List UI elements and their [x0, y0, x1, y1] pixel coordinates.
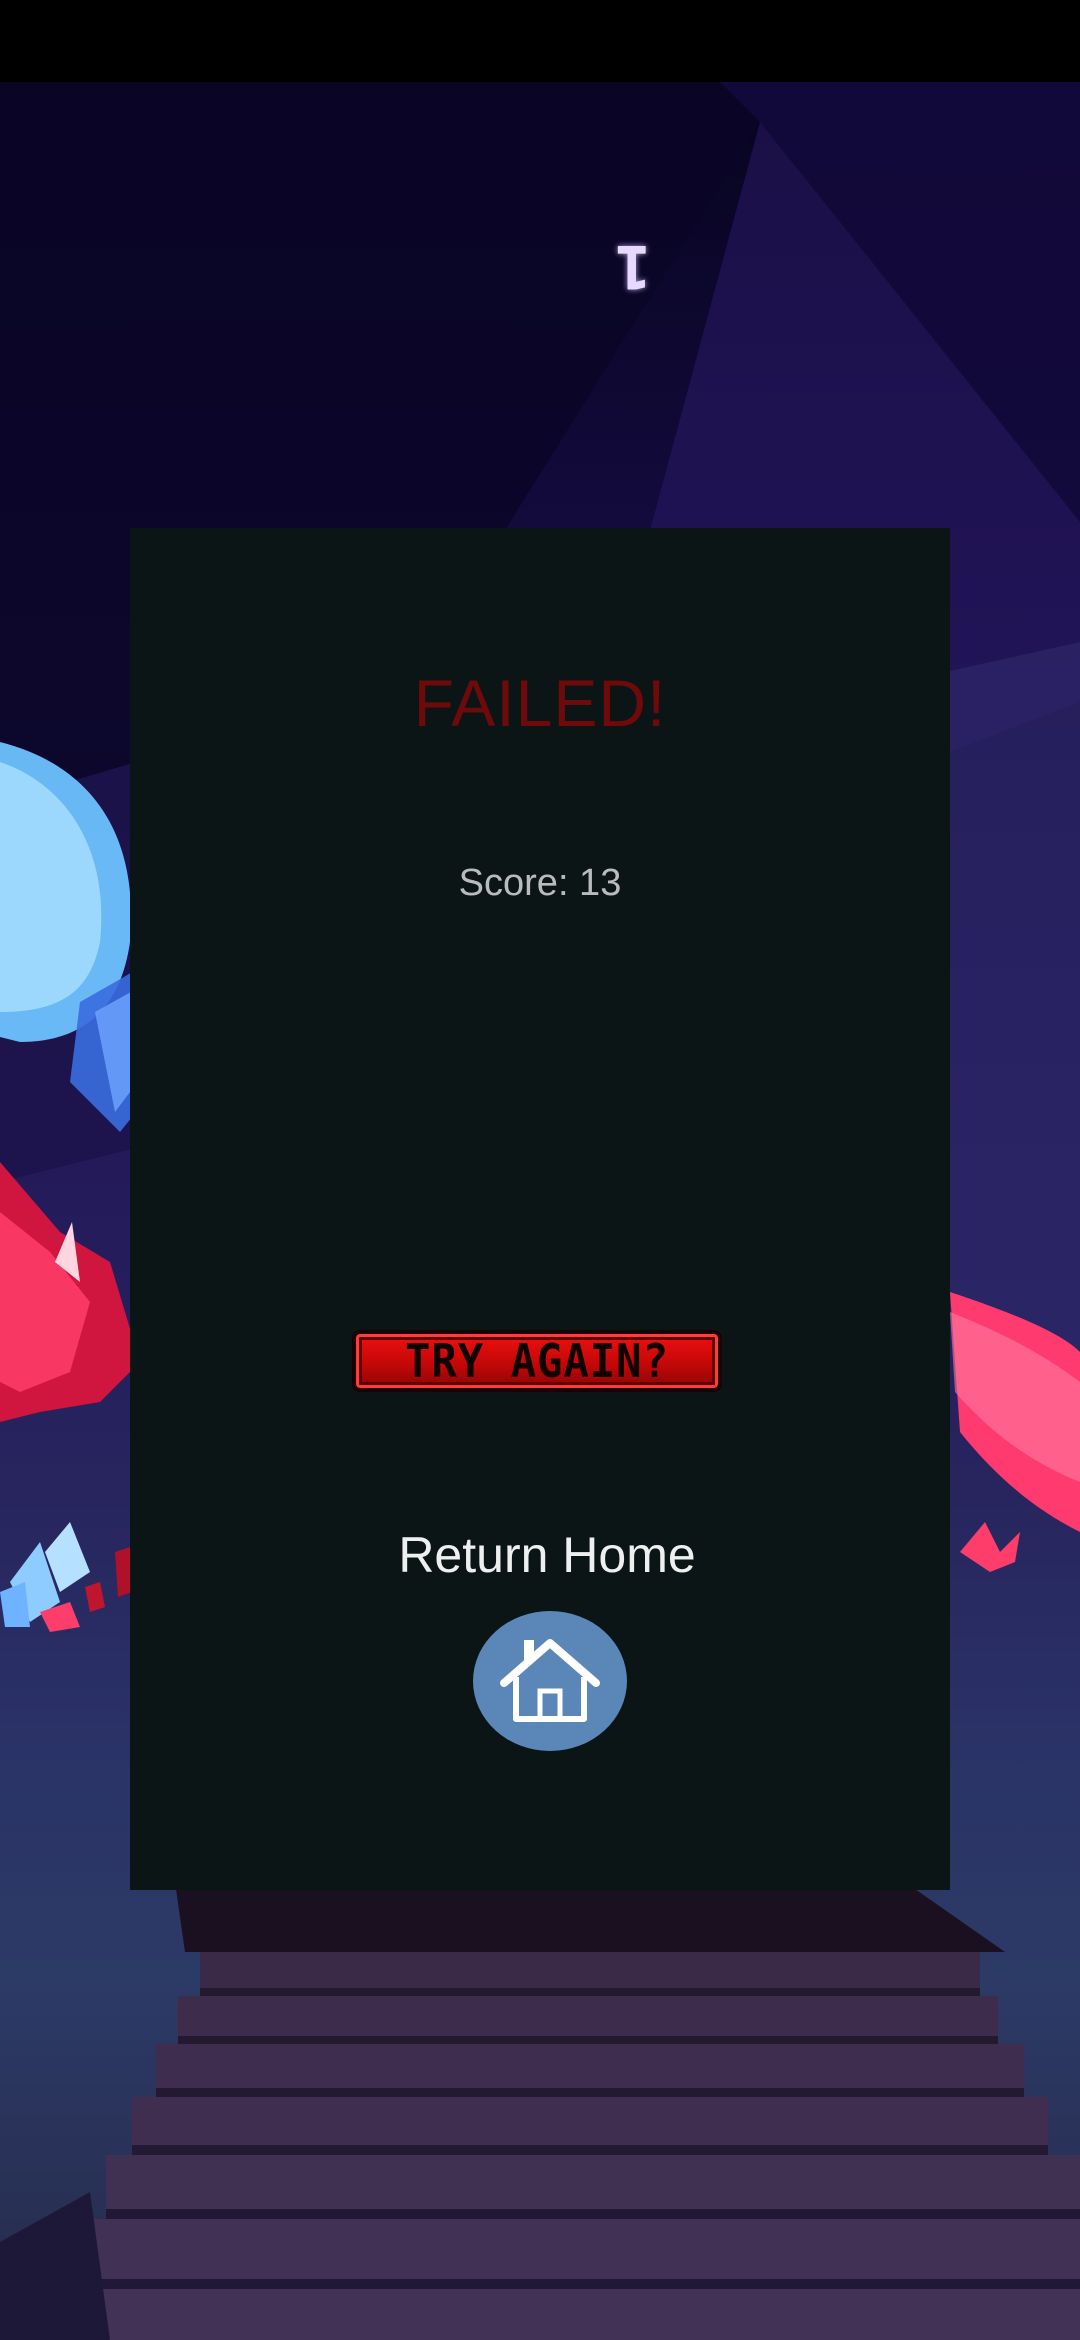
return-home-label: Return Home [398, 1527, 696, 1583]
failed-title: FAILED! [413, 666, 667, 740]
status-bar [0, 0, 1080, 82]
game-screen: 1 FAILED! Score: 13 TRY AGAIN? Return Ho… [0, 0, 1080, 2340]
score-marker: 1 [614, 231, 652, 301]
home-button[interactable] [473, 1611, 627, 1751]
score-text: Score: 13 [458, 862, 622, 904]
game-over-dialog: FAILED! Score: 13 TRY AGAIN? Return Home [130, 528, 950, 1890]
staircase [0, 1882, 1080, 2340]
try-again-label: TRY AGAIN? [404, 1334, 669, 1388]
red-crystal-left [0, 1162, 140, 1422]
try-again-button[interactable]: TRY AGAIN? [352, 1330, 722, 1392]
home-icon [500, 1639, 600, 1722]
small-crystals-left [0, 1522, 132, 1632]
